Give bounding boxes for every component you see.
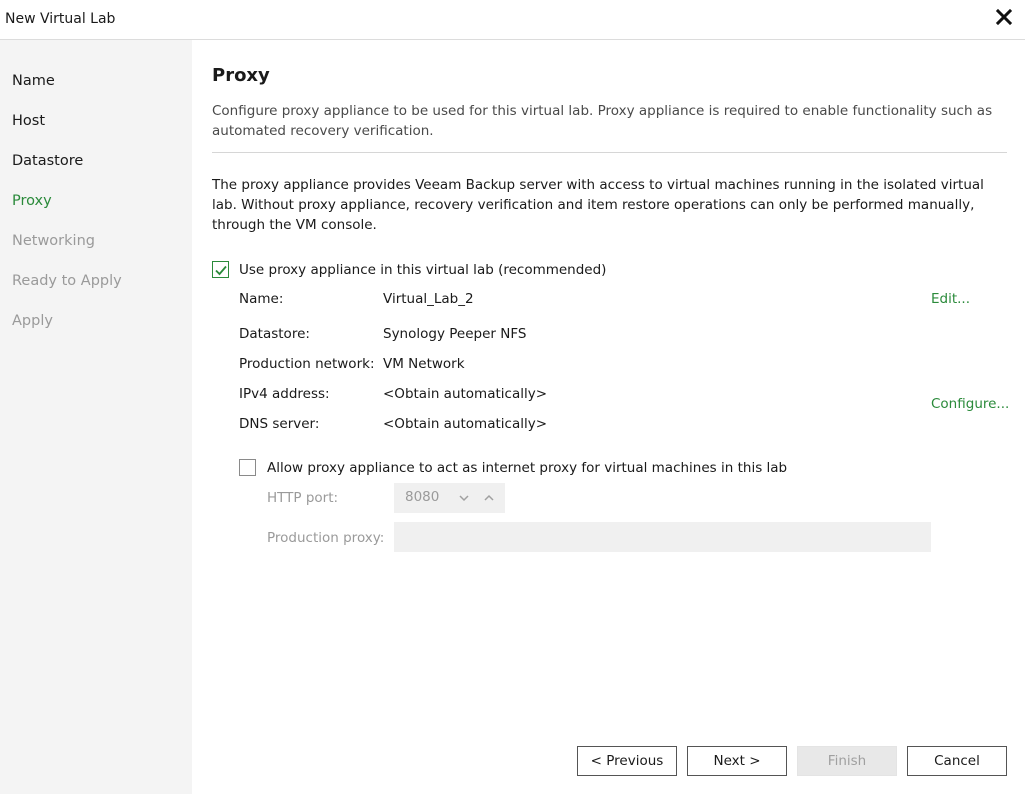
step-ready-to-apply: Ready to Apply [12,273,122,289]
prop-dns-label: DNS server: [239,416,320,432]
prop-ipv4-label: IPv4 address: [239,386,330,402]
proxy-explanation: The proxy appliance provides Veeam Backu… [212,177,984,233]
internet-proxy-label[interactable]: Allow proxy appliance to act as internet… [267,459,787,477]
step-networking: Networking [12,233,95,249]
internet-proxy-checkbox[interactable] [239,459,256,476]
previous-button[interactable]: < Previous [577,746,677,776]
header-divider [212,152,1007,153]
http-port-value: 8080 [405,489,440,505]
prop-datastore-label: Datastore: [239,326,310,342]
main-panel: Proxy Configure proxy appliance to be us… [192,40,1025,794]
http-port-stepper[interactable]: 8080 [394,483,505,513]
prop-dns-value: <Obtain automatically> [383,416,548,432]
next-button[interactable]: Next > [687,746,787,776]
prop-datastore-value: Synology Peeper NFS [383,326,527,342]
prop-name-label: Name: [239,291,284,307]
step-host[interactable]: Host [12,111,45,131]
configure-link[interactable]: Configure... [931,395,1009,413]
cancel-button[interactable]: Cancel [907,746,1007,776]
page-title: Proxy [212,65,270,86]
use-proxy-label[interactable]: Use proxy appliance in this virtual lab … [239,261,606,279]
page-description: Configure proxy appliance to be used for… [212,103,993,139]
step-name[interactable]: Name [12,71,55,91]
title-bar: New Virtual Lab [0,0,1025,40]
prop-ipv4-value: <Obtain automatically> [383,386,548,402]
close-icon[interactable] [993,6,1015,28]
chevron-down-icon[interactable] [457,491,471,505]
wizard-steps-sidebar: Name Host Datastore Proxy Networking Rea… [0,40,192,794]
http-port-label: HTTP port: [267,490,339,506]
window-title: New Virtual Lab [5,11,116,27]
use-proxy-checkbox[interactable] [212,261,229,278]
step-datastore[interactable]: Datastore [12,151,83,171]
prop-network-label: Production network: [239,356,375,372]
production-proxy-label: Production proxy: [267,530,385,546]
edit-link[interactable]: Edit... [931,290,970,308]
prop-network-value: VM Network [383,356,465,372]
production-proxy-input[interactable] [394,522,931,552]
prop-name-value: Virtual_Lab_2 [383,291,474,307]
step-apply: Apply [12,313,53,329]
chevron-up-icon[interactable] [482,491,496,505]
step-proxy[interactable]: Proxy [12,191,52,211]
finish-button: Finish [797,746,897,776]
checkmark-icon [215,265,227,276]
